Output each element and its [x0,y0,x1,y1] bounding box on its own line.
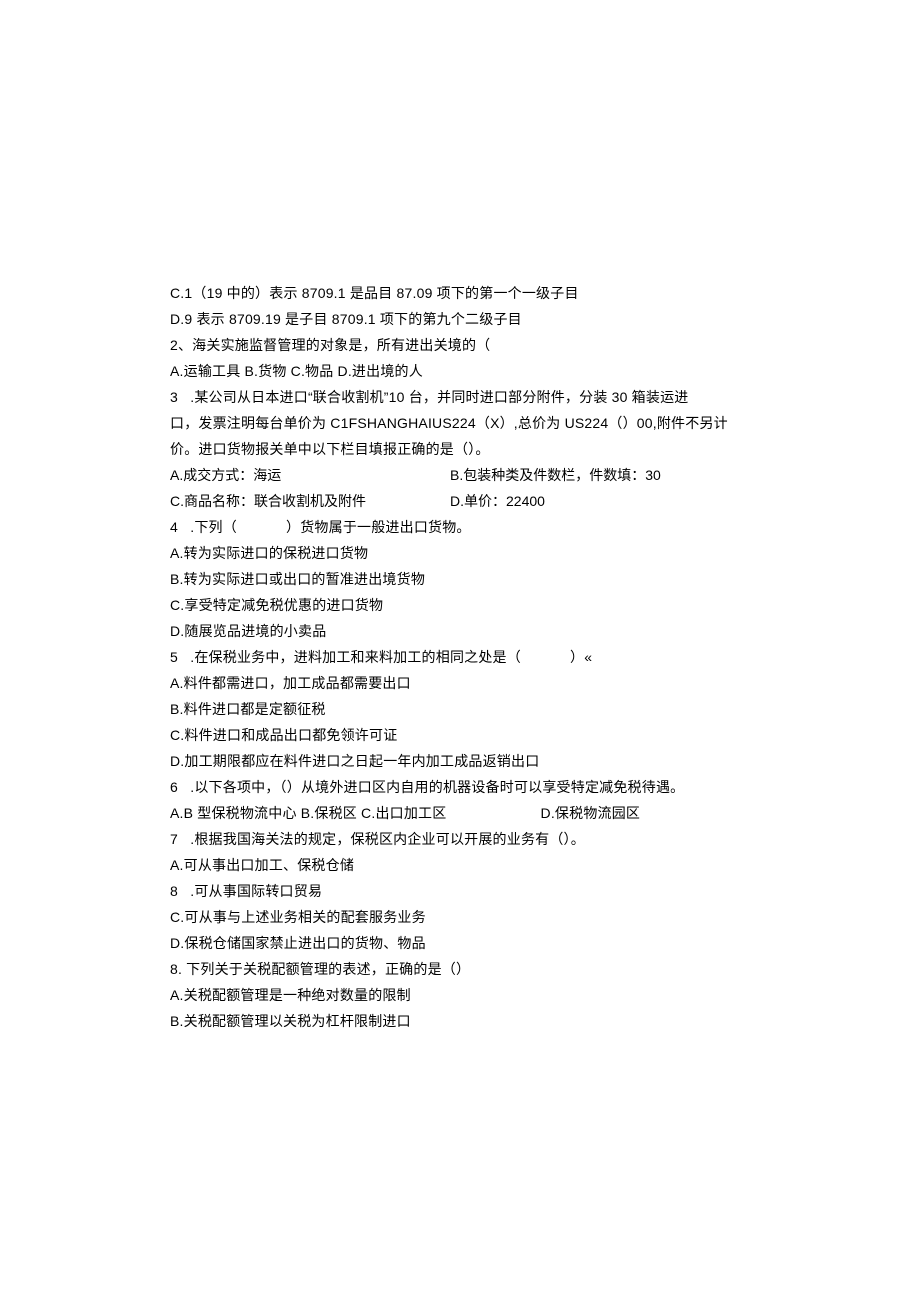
text-line: 6 .以下各项中，（）从境外进口区内自用的机器设备时可以享受特定减免税待遇。 [170,774,750,800]
option-a: A.成交方式：海运 [170,462,450,488]
text-line: A.关税配额管理是一种绝对数量的限制 [170,982,750,1008]
text-line: C.料件进口和成品出口都免领许可证 [170,722,750,748]
option-b: B.包装种类及件数栏，件数填：30 [450,462,750,488]
document-page: C.1（19 中的）表示 8709.1 是品目 87.09 项下的第一个一级子目… [0,0,920,1234]
text-line: 7 .根据我国海关法的规定，保税区内企业可以开展的业务有（）。 [170,826,750,852]
text-line: C.可从事与上述业务相关的配套服务业务 [170,904,750,930]
text-line: B.转为实际进口或出口的暂准进出境货物 [170,566,750,592]
text-line: 8 .可从事国际转口贸易 [170,878,750,904]
text-line: B.料件进口都是定额征税 [170,696,750,722]
text-line: 口，发票注明每台单价为 C1FSHANGHAIUS224（X）,总价为 US22… [170,410,750,436]
option-row: A.成交方式：海运 B.包装种类及件数栏，件数填：30 [170,462,750,488]
option-row: C.商品名称：联合收割机及附件 D.单价：22400 [170,488,750,514]
text-line: C.1（19 中的）表示 8709.1 是品目 87.09 项下的第一个一级子目 [170,280,750,306]
text-line: A.可从事出口加工、保税仓储 [170,852,750,878]
text-line: A.运输工具 B.货物 C.物品 D.进出境的人 [170,358,750,384]
text-line: 8. 下列关于关税配额管理的表述，正确的是（） [170,956,750,982]
option-c: C.商品名称：联合收割机及附件 [170,488,450,514]
text-line: 5 .在保税业务中，进料加工和来料加工的相同之处是（ ）« [170,644,750,670]
text-line: D.加工期限都应在料件进口之日起一年内加工成品返销出口 [170,748,750,774]
text-line: D.保税仓储国家禁止进出口的货物、物品 [170,930,750,956]
text-line: A.B 型保税物流中心 B.保税区 C.出口加工区 D.保税物流园区 [170,800,750,826]
text-line: 3 .某公司从日本进口“联合收割机”10 台，并同时进口部分附件，分装 30 箱… [170,384,750,410]
text-line: 4 .下列（ ）货物属于一般进出口货物。 [170,514,750,540]
text-line: 2、海关实施监督管理的对象是，所有进出关境的（ [170,332,750,358]
text-line: A.料件都需进口，加工成品都需要出口 [170,670,750,696]
text-line: A.转为实际进口的保税进口货物 [170,540,750,566]
text-line: D.9 表示 8709.19 是子目 8709.1 项下的第九个二级子目 [170,306,750,332]
text-line: B.关税配额管理以关税为杠杆限制进口 [170,1008,750,1034]
text-line: 价。进口货物报关单中以下栏目填报正确的是（）。 [170,436,750,462]
option-d: D.单价：22400 [450,488,750,514]
text-line: C.享受特定减免税优惠的进口货物 [170,592,750,618]
text-line: D.随展览品进境的小卖品 [170,618,750,644]
